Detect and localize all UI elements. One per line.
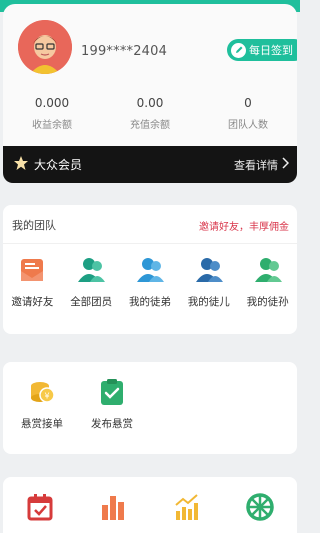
stat-value: 0.000 [34,96,70,110]
growth-chart-icon [173,493,201,525]
team-item-invite[interactable]: 邀请好友 [3,254,62,309]
daily-checkin-button[interactable]: 每日签到 [227,39,297,61]
member-level: 大众会员 [34,158,83,172]
membership-bar[interactable]: 大众会员 查看详情 [3,146,297,183]
bounty-item-take-orders[interactable]: ¥ 悬赏接单 [9,376,75,431]
bounty-card: ¥ 悬赏接单 发布悬赏 [3,362,297,454]
team-invite-link[interactable]: 邀请好友，丰厚佣金 [199,218,289,233]
stat-earnings[interactable]: 0.000 收益余额 [3,96,101,131]
tools-card [3,477,297,533]
team-item-label: 邀请好友 [11,296,54,308]
star-icon [13,155,29,174]
bounty-item-label: 发布悬赏 [91,418,133,430]
tool-item-growth[interactable] [150,493,224,525]
grand-apprentice-icon [252,254,284,286]
bar-chart-icon [99,493,127,525]
all-members-icon [75,254,107,286]
team-item-grand-apprentice[interactable]: 我的徒孙 [238,254,297,309]
invite-envelope-icon [16,254,48,286]
team-item-label: 我的徒孙 [246,296,289,308]
stat-recharge[interactable]: 0.00 充值余额 [101,96,199,131]
wheel-icon [246,493,274,525]
team-title: 我的团队 [12,219,56,232]
team-item-label: 我的徒儿 [187,296,230,308]
stat-value: 0.00 [136,96,164,110]
team-item-all-members[interactable]: 全部团员 [62,254,121,309]
tool-item-calendar[interactable] [3,493,77,525]
tool-item-bar-chart[interactable] [77,493,151,525]
stat-label: 团队人数 [228,120,268,131]
balance-stats: 0.000 收益余额 0.00 充值余额 0 团队人数 [3,96,297,131]
chevron-right-icon [281,157,290,172]
member-detail-link[interactable]: 查看详情 [234,157,290,173]
stat-label: 收益余额 [32,120,72,131]
stat-label: 充值余额 [130,120,170,131]
bounty-item-publish[interactable]: 发布悬赏 [79,376,145,431]
profile-card: 199****2404 每日签到 0.000 收益余额 0.00 充值余额 0 … [3,4,297,146]
my-team-card: 我的团队 邀请好友，丰厚佣金 邀请好友 全部团员 我的徒弟 我的徒儿 我的徒孙 [3,205,297,334]
team-item-apprentice[interactable]: 我的徒弟 [121,254,180,309]
team-item-label: 我的徒弟 [128,296,171,308]
avatar[interactable] [18,20,72,74]
checkin-label: 每日签到 [249,44,293,57]
stat-value: 0 [244,96,252,110]
member-detail-label: 查看详情 [234,158,278,172]
tool-item-wheel[interactable] [224,493,298,525]
bounty-item-label: 悬赏接单 [21,418,63,430]
team-item-disciple[interactable]: 我的徒儿 [179,254,238,309]
edit-icon [231,42,246,58]
clipboard-check-icon [96,376,128,408]
coins-icon: ¥ [26,376,58,408]
disciple-icon [193,254,225,286]
stat-team-count[interactable]: 0 团队人数 [199,96,297,131]
team-item-label: 全部团员 [70,296,113,308]
svg-text:¥: ¥ [44,392,49,401]
calendar-check-icon [27,493,53,525]
apprentice-icon [134,254,166,286]
user-phone: 199****2404 [81,44,168,59]
